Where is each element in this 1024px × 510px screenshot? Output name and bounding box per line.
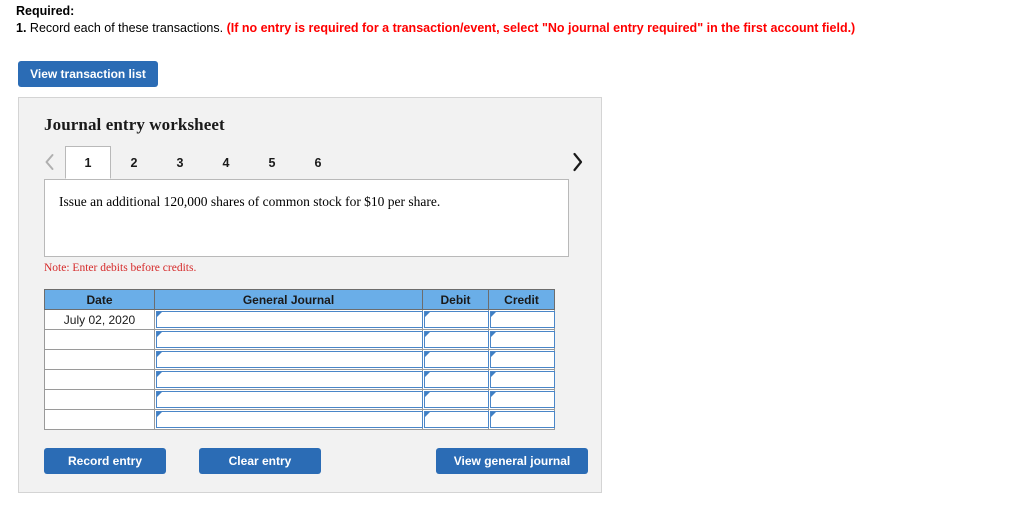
table-row bbox=[44, 329, 555, 350]
debits-before-credits-note: Note: Enter debits before credits. bbox=[44, 262, 197, 274]
debit-input-4[interactable] bbox=[424, 371, 489, 388]
credit-cell-6[interactable] bbox=[488, 409, 555, 430]
credit-input-3[interactable] bbox=[490, 351, 555, 368]
debit-input-1[interactable] bbox=[424, 311, 489, 328]
table-row bbox=[44, 349, 555, 370]
general-journal-cell-1[interactable] bbox=[154, 309, 423, 330]
general-journal-cell-5[interactable] bbox=[154, 389, 423, 410]
worksheet-tab-3-label: 3 bbox=[176, 156, 184, 170]
debit-input-3[interactable] bbox=[424, 351, 489, 368]
debit-input-5[interactable] bbox=[424, 391, 489, 408]
transaction-description-text: Issue an additional 120,000 shares of co… bbox=[59, 194, 441, 209]
table-row bbox=[44, 409, 555, 430]
date-cell-6[interactable] bbox=[44, 409, 155, 430]
date-cell-3[interactable] bbox=[44, 349, 155, 370]
debit-cell-4[interactable] bbox=[422, 369, 489, 390]
account-select-3[interactable] bbox=[156, 351, 423, 368]
worksheet-tabs: 1 2 3 4 5 6 bbox=[65, 146, 341, 180]
general-journal-cell-3[interactable] bbox=[154, 349, 423, 370]
credit-cell-2[interactable] bbox=[488, 329, 555, 350]
debit-cell-6[interactable] bbox=[422, 409, 489, 430]
worksheet-tabstrip: 1 2 3 4 5 6 bbox=[39, 146, 587, 180]
requirement-text: Record each of these transactions. bbox=[29, 21, 224, 35]
chevron-left-icon[interactable] bbox=[39, 148, 59, 176]
table-row: July 02, 2020 bbox=[44, 309, 555, 330]
requirement-item-1: 1. Record each of these transactions. (I… bbox=[16, 20, 1006, 36]
date-cell-2[interactable] bbox=[44, 329, 155, 350]
date-cell-1[interactable]: July 02, 2020 bbox=[44, 309, 155, 330]
worksheet-tab-6-label: 6 bbox=[314, 156, 322, 170]
record-entry-button[interactable]: Record entry bbox=[44, 448, 166, 474]
worksheet-title: Journal entry worksheet bbox=[44, 115, 225, 134]
table-header-row: Date General Journal Debit Credit bbox=[44, 289, 555, 310]
table-row bbox=[44, 369, 555, 390]
credit-cell-3[interactable] bbox=[488, 349, 555, 370]
debit-cell-1[interactable] bbox=[422, 309, 489, 330]
worksheet-tab-1-label: 1 bbox=[84, 155, 92, 170]
column-header-credit: Credit bbox=[488, 289, 555, 310]
general-journal-cell-2[interactable] bbox=[154, 329, 423, 350]
credit-cell-4[interactable] bbox=[488, 369, 555, 390]
account-select-1[interactable] bbox=[156, 311, 423, 328]
requirement-hint: (If no entry is required for a transacti… bbox=[226, 21, 856, 35]
transaction-description-box: Issue an additional 120,000 shares of co… bbox=[44, 179, 569, 257]
date-cell-4[interactable] bbox=[44, 369, 155, 390]
credit-input-4[interactable] bbox=[490, 371, 555, 388]
general-journal-cell-6[interactable] bbox=[154, 409, 423, 430]
general-journal-cell-4[interactable] bbox=[154, 369, 423, 390]
worksheet-tab-3[interactable]: 3 bbox=[157, 146, 203, 179]
required-heading: Required: bbox=[16, 4, 75, 18]
debit-input-6[interactable] bbox=[424, 411, 489, 428]
requirement-number: 1. bbox=[16, 21, 27, 35]
credit-cell-5[interactable] bbox=[488, 389, 555, 410]
worksheet-tab-4[interactable]: 4 bbox=[203, 146, 249, 179]
debit-input-2[interactable] bbox=[424, 331, 489, 348]
worksheet-tab-4-label: 4 bbox=[222, 156, 230, 170]
worksheet-tab-1[interactable]: 1 bbox=[65, 146, 111, 179]
credit-input-1[interactable] bbox=[490, 311, 555, 328]
view-general-journal-button[interactable]: View general journal bbox=[436, 448, 588, 474]
view-transaction-list-button[interactable]: View transaction list bbox=[18, 61, 158, 87]
account-select-2[interactable] bbox=[156, 331, 423, 348]
chevron-right-icon[interactable] bbox=[567, 148, 587, 176]
journal-entry-table: Date General Journal Debit Credit July 0… bbox=[44, 289, 555, 430]
account-select-5[interactable] bbox=[156, 391, 423, 408]
credit-input-2[interactable] bbox=[490, 331, 555, 348]
date-cell-5[interactable] bbox=[44, 389, 155, 410]
column-header-debit: Debit bbox=[422, 289, 489, 310]
worksheet-tab-6[interactable]: 6 bbox=[295, 146, 341, 179]
credit-input-5[interactable] bbox=[490, 391, 555, 408]
account-select-6[interactable] bbox=[156, 411, 423, 428]
debit-cell-2[interactable] bbox=[422, 329, 489, 350]
debit-cell-5[interactable] bbox=[422, 389, 489, 410]
credit-input-6[interactable] bbox=[490, 411, 555, 428]
clear-entry-button[interactable]: Clear entry bbox=[199, 448, 321, 474]
account-select-4[interactable] bbox=[156, 371, 423, 388]
column-header-general-journal: General Journal bbox=[154, 289, 423, 310]
worksheet-tab-2-label: 2 bbox=[130, 156, 138, 170]
debit-cell-3[interactable] bbox=[422, 349, 489, 370]
worksheet-tab-2[interactable]: 2 bbox=[111, 146, 157, 179]
worksheet-tab-5-label: 5 bbox=[268, 156, 276, 170]
requirements-block: Required: 1. Record each of these transa… bbox=[16, 4, 1006, 36]
journal-entry-worksheet-panel: Journal entry worksheet 1 2 3 4 5 6 Issu… bbox=[18, 97, 602, 493]
credit-cell-1[interactable] bbox=[488, 309, 555, 330]
column-header-date: Date bbox=[44, 289, 155, 310]
worksheet-tab-5[interactable]: 5 bbox=[249, 146, 295, 179]
table-row bbox=[44, 389, 555, 410]
